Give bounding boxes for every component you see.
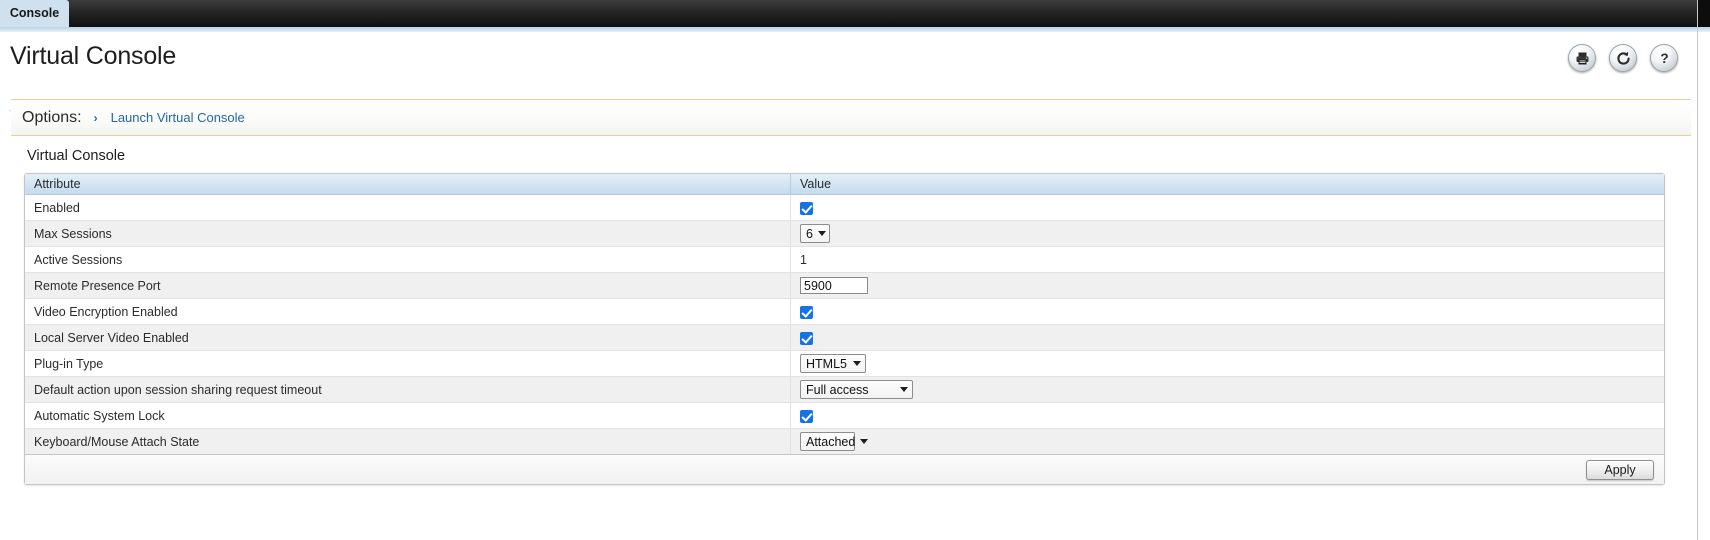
cell-value: Full access bbox=[790, 376, 1664, 403]
table-row: Remote Presence Port bbox=[25, 272, 1664, 299]
chevron-down-icon bbox=[900, 387, 908, 392]
checkbox-local-server-video-enabled[interactable] bbox=[800, 331, 813, 345]
browser-tab-bar: Console bbox=[0, 0, 1710, 27]
cell-attribute: Active Sessions bbox=[25, 246, 791, 273]
cell-attribute: Enabled bbox=[25, 194, 791, 221]
select-value: Attached bbox=[806, 434, 856, 449]
table-row: Enabled bbox=[25, 194, 1664, 221]
refresh-icon[interactable] bbox=[1609, 44, 1637, 72]
section-title: Virtual Console bbox=[27, 148, 126, 164]
page-header: Virtual Console ? bbox=[0, 32, 1710, 111]
cell-attribute: Max Sessions bbox=[25, 220, 791, 247]
column-header-attribute: Attribute bbox=[25, 174, 791, 195]
select-value: 6 bbox=[806, 226, 813, 241]
header-icon-group: ? bbox=[1568, 44, 1678, 72]
table-row: Automatic System Lock bbox=[25, 402, 1664, 429]
cell-attribute: Video Encryption Enabled bbox=[25, 298, 791, 325]
select-value: HTML5 bbox=[806, 356, 847, 371]
virtual-console-table: Attribute Value Enabled Max Sessions 6 Acti… bbox=[25, 174, 1664, 454]
right-edge-divider bbox=[1697, 0, 1698, 540]
cell-value: HTML5 bbox=[790, 350, 1664, 377]
input-remote-presence-port[interactable] bbox=[800, 277, 868, 294]
cell-value: Attached bbox=[790, 428, 1664, 454]
select-keyboard-mouse-attach-state[interactable]: Attached bbox=[800, 432, 869, 451]
cell-value: 1 bbox=[790, 246, 1664, 273]
table-body: Enabled Max Sessions 6 Active Sessions 1 Remo… bbox=[25, 194, 1664, 454]
options-bar: Options: › Launch Virtual Console bbox=[11, 99, 1691, 136]
chevron-down-icon bbox=[853, 361, 861, 366]
right-gutter bbox=[1698, 32, 1710, 540]
page-title: Virtual Console bbox=[10, 42, 177, 70]
cell-attribute: Plug-in Type bbox=[25, 350, 791, 377]
chevron-down-icon bbox=[817, 231, 826, 236]
virtual-console-panel: Attribute Value Enabled Max Sessions 6 Acti… bbox=[24, 173, 1665, 485]
print-icon[interactable] bbox=[1568, 44, 1596, 72]
checkbox-enabled[interactable] bbox=[800, 201, 813, 215]
table-row: Keyboard/Mouse Attach State Attached bbox=[25, 428, 1664, 454]
tab-console-label: Console bbox=[9, 5, 60, 20]
apply-button[interactable]: Apply bbox=[1586, 459, 1654, 480]
select-value: Full access bbox=[806, 382, 869, 397]
cell-attribute: Local Server Video Enabled bbox=[25, 324, 791, 351]
select-default-action-upon-session-sharing-request-timeout[interactable]: Full access bbox=[800, 380, 913, 399]
main-content: Virtual Console Attribute Value Enabled M… bbox=[0, 148, 1690, 485]
checkbox-automatic-system-lock[interactable] bbox=[800, 409, 813, 423]
help-icon[interactable]: ? bbox=[1650, 44, 1678, 72]
cell-value bbox=[790, 402, 1664, 429]
cell-attribute: Keyboard/Mouse Attach State bbox=[25, 428, 791, 454]
cell-attribute: Automatic System Lock bbox=[25, 402, 791, 429]
cell-value bbox=[790, 272, 1664, 299]
table-row: Active Sessions 1 bbox=[25, 246, 1664, 273]
table-row: Local Server Video Enabled bbox=[25, 324, 1664, 351]
options-label: Options: bbox=[22, 108, 82, 126]
table-row: Video Encryption Enabled bbox=[25, 298, 1664, 325]
tab-console[interactable]: Console bbox=[0, 0, 69, 27]
panel-footer: Apply bbox=[25, 454, 1664, 484]
cell-value bbox=[790, 324, 1664, 351]
chevron-down-icon bbox=[860, 439, 869, 444]
cell-attribute: Default action upon session sharing requ… bbox=[25, 376, 791, 403]
table-header-row: Attribute Value bbox=[25, 174, 1664, 195]
table-row: Plug-in Type HTML5 bbox=[25, 350, 1664, 377]
checkbox-video-encryption-enabled[interactable] bbox=[800, 305, 813, 319]
table-row: Default action upon session sharing requ… bbox=[25, 376, 1664, 403]
select-max-sessions[interactable]: 6 bbox=[800, 224, 830, 243]
cell-value bbox=[790, 298, 1664, 325]
svg-text:?: ? bbox=[1660, 51, 1668, 66]
launch-virtual-console-link[interactable]: Launch Virtual Console bbox=[111, 110, 245, 125]
cell-attribute: Remote Presence Port bbox=[25, 272, 791, 299]
tab-bar-empty-area bbox=[69, 0, 1710, 27]
right-gutter-top bbox=[1698, 0, 1710, 27]
cell-value: 6 bbox=[790, 220, 1664, 247]
select-plug-in-type[interactable]: HTML5 bbox=[800, 354, 866, 373]
column-header-value: Value bbox=[790, 174, 1664, 195]
table-row: Max Sessions 6 bbox=[25, 220, 1664, 247]
cell-value bbox=[790, 194, 1664, 221]
chevron-right-icon: › bbox=[93, 110, 98, 125]
